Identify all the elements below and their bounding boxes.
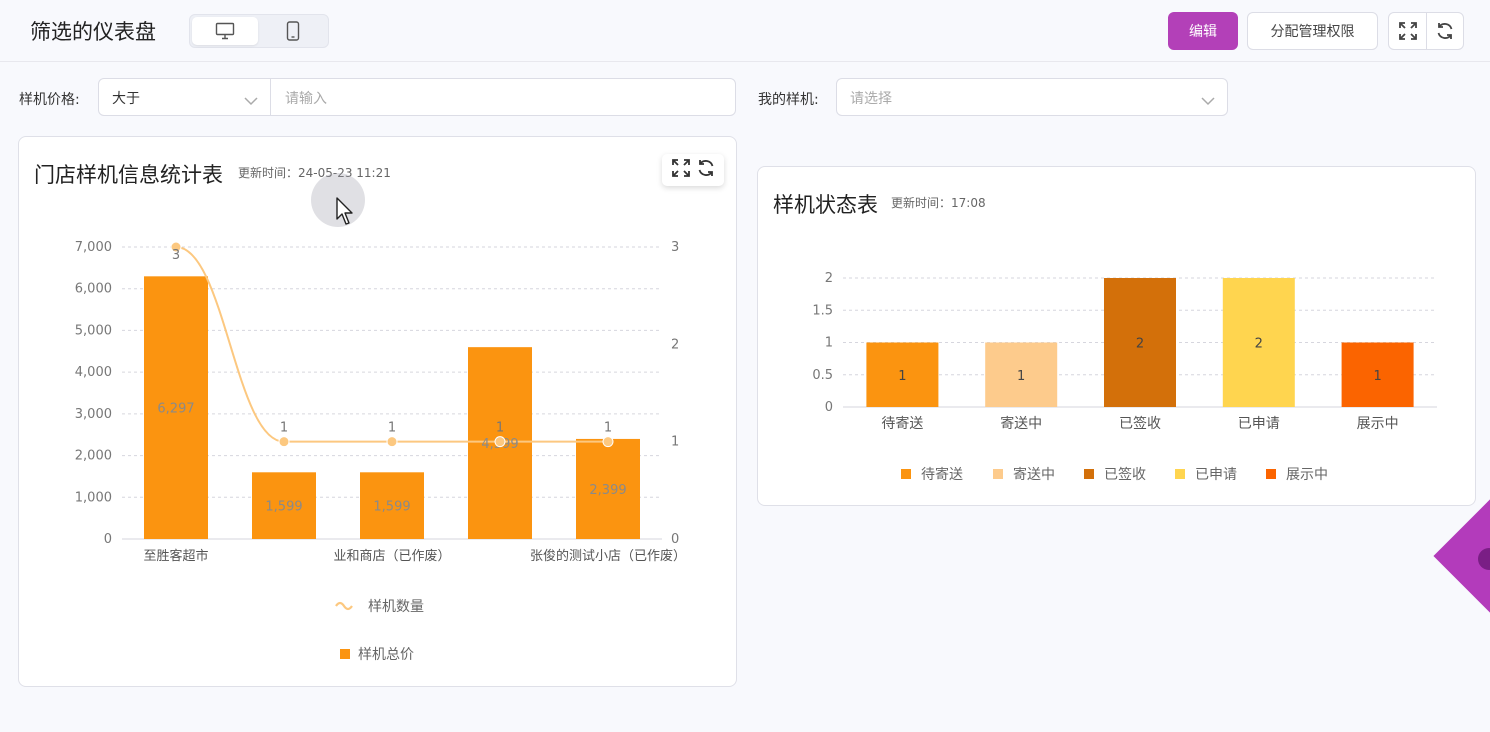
legend-label: 已签收 [1104, 466, 1146, 483]
device-status-chart: 00.511.521待寄送1寄送中2已签收2已申请1展示中待寄送 寄送中 已签收 已申… [812, 271, 1437, 483]
legend-swatch [901, 469, 911, 479]
y-tick-label: 2 [825, 271, 833, 286]
x-tick-label: 寄送中 [1000, 415, 1042, 432]
legend-swatch [993, 469, 1003, 479]
bar-value-label: 1 [898, 369, 906, 384]
y-tick-label: 0.5 [812, 368, 833, 383]
bar-value-label: 1 [1017, 369, 1025, 384]
y-tick-label: 1.5 [812, 303, 833, 318]
legend-label: 寄送中 [1013, 466, 1055, 483]
legend-swatch [1084, 469, 1094, 479]
x-tick-label: 展示中 [1357, 416, 1399, 432]
x-tick-label: 待寄送 [881, 415, 923, 432]
legend-label: 待寄送 [921, 466, 963, 483]
bar-value-label: 1 [1373, 369, 1381, 384]
legend-label: 展示中 [1286, 467, 1328, 483]
bar-value-label: 2 [1255, 337, 1263, 352]
legend-swatch [1266, 469, 1276, 479]
legend-swatch [1175, 469, 1185, 479]
y-tick-label: 0 [825, 400, 833, 415]
y-tick-label: 1 [825, 336, 833, 351]
x-tick-label: 已签收 [1119, 415, 1161, 432]
mouse-cursor-icon [336, 197, 353, 225]
bar-value-label: 2 [1136, 337, 1144, 352]
legend-label: 已申请 [1195, 467, 1237, 483]
x-tick-label: 已申请 [1238, 416, 1280, 432]
